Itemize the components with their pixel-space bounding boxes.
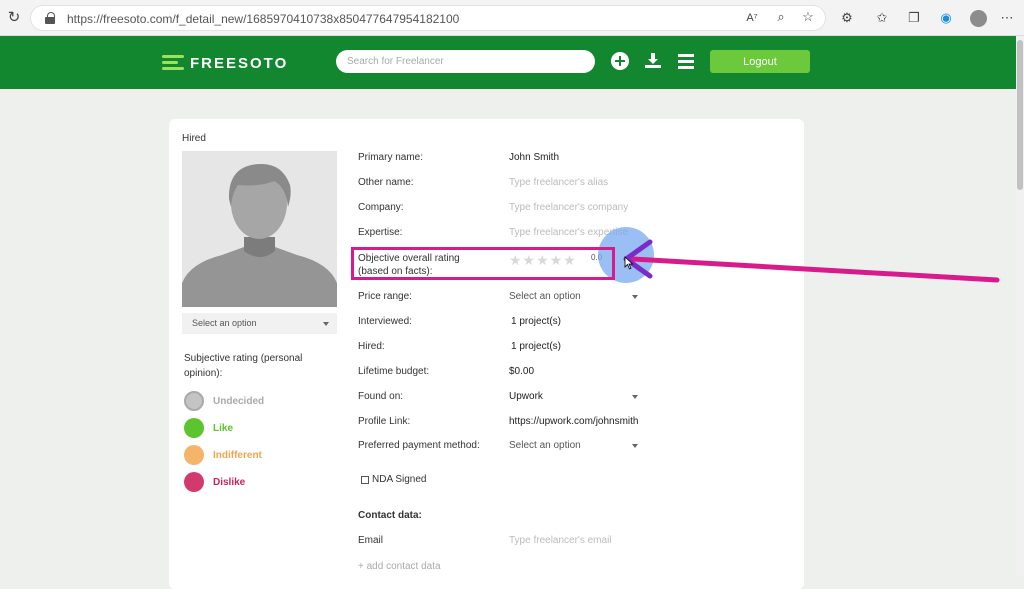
download-icon[interactable] <box>644 52 662 70</box>
hired-value: 1 project(s) <box>511 341 562 352</box>
scrollbar-thumb[interactable] <box>1017 40 1023 190</box>
other-name-label: Other name: <box>358 177 414 188</box>
payment-method-label: Preferred payment method: <box>358 440 480 451</box>
reload-icon[interactable]: ↻ <box>5 9 23 27</box>
edge-icon[interactable]: ◉ <box>937 10 955 28</box>
logo-icon <box>162 55 184 71</box>
add-icon[interactable] <box>611 52 629 70</box>
hired-label: Hired: <box>358 341 385 352</box>
logo[interactable]: FREESOTO <box>162 53 288 73</box>
email-field[interactable]: Type freelancer's email <box>509 535 612 546</box>
interviewed-value: 1 project(s) <box>511 316 562 327</box>
status-label: Hired <box>182 133 206 144</box>
annotation-arrow-icon <box>623 239 1000 283</box>
rating-undecided[interactable]: Undecided <box>184 391 264 411</box>
primary-name-value[interactable]: John Smith <box>509 152 559 163</box>
nda-checkbox[interactable]: NDA Signed <box>361 474 426 485</box>
favorites-icon[interactable]: ✩ <box>873 10 891 28</box>
extensions-icon[interactable]: ⚙ <box>838 10 856 28</box>
found-on-label: Found on: <box>358 391 404 402</box>
search-input[interactable] <box>336 50 595 73</box>
cursor-icon <box>624 256 634 270</box>
address-bar[interactable]: https://freesoto.com/f_detail_new/168597… <box>30 5 826 31</box>
highlight-box <box>351 247 615 280</box>
avatar <box>182 151 337 307</box>
price-range-select[interactable]: Select an option <box>509 291 581 302</box>
company-field[interactable]: Type freelancer's company <box>509 202 628 213</box>
lifetime-budget-value: $0.00 <box>509 366 535 377</box>
add-contact-link[interactable]: + add contact data <box>358 561 441 572</box>
zoom-icon[interactable]: ⌕ <box>772 9 790 27</box>
undecided-dot-icon <box>184 391 204 411</box>
like-dot-icon <box>184 418 204 438</box>
found-on-select[interactable]: Upwork <box>509 391 543 402</box>
rating-indifferent[interactable]: Indifferent <box>184 445 262 465</box>
other-name-field[interactable]: Type freelancer's alias <box>509 177 608 188</box>
price-range-label: Price range: <box>358 291 412 302</box>
interviewed-label: Interviewed: <box>358 316 412 327</box>
url-text: https://freesoto.com/f_detail_new/168597… <box>67 12 460 26</box>
chevron-down-icon <box>632 444 638 448</box>
rating-dislike[interactable]: Dislike <box>184 472 245 492</box>
read-aloud-icon[interactable]: A⁷ <box>743 10 761 28</box>
chevron-down-icon <box>632 395 638 399</box>
collections-icon[interactable]: ❐ <box>905 10 923 28</box>
browser-toolbar: ↻ https://freesoto.com/f_detail_new/1685… <box>0 0 1024 36</box>
subjective-rating-label: Subjective rating (personal opinion): <box>184 353 303 379</box>
dislike-dot-icon <box>184 472 204 492</box>
expertise-label: Expertise: <box>358 227 403 238</box>
menu-icon[interactable] <box>677 52 695 70</box>
indifferent-dot-icon <box>184 445 204 465</box>
lifetime-budget-label: Lifetime budget: <box>358 366 430 377</box>
more-menu-icon[interactable]: ⋯ <box>998 10 1016 28</box>
rating-like[interactable]: Like <box>184 418 233 438</box>
person-silhouette-icon <box>182 163 337 307</box>
logout-button[interactable]: Logout <box>710 50 810 73</box>
payment-method-select[interactable]: Select an option <box>509 440 581 451</box>
profile-link-label: Profile Link: <box>358 416 411 427</box>
checkbox-icon[interactable] <box>361 475 369 484</box>
status-select[interactable]: Select an option <box>182 313 337 334</box>
favorite-star-icon[interactable]: ☆ <box>799 9 817 27</box>
primary-name-label: Primary name: <box>358 152 424 163</box>
app-header: FREESOTO Logout <box>0 36 1016 89</box>
email-label: Email <box>358 535 384 546</box>
contact-heading: Contact data: <box>358 510 422 521</box>
lock-icon <box>45 12 55 24</box>
profile-link-value[interactable]: https://upwork.com/johnsmith <box>509 416 639 427</box>
company-label: Company: <box>358 202 404 213</box>
chevron-down-icon <box>323 322 329 326</box>
profile-avatar-icon[interactable] <box>970 10 987 27</box>
